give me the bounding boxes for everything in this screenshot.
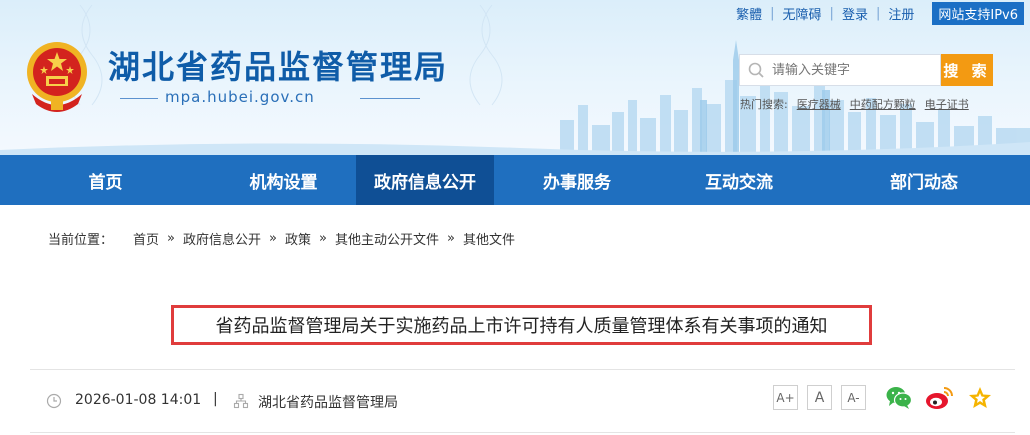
favorite-star-icon[interactable] [967,385,993,411]
article-title: 省药品监督管理局关于实施药品上市许可持有人质量管理体系有关事项的通知 [215,316,828,337]
article-meta-bar: 2026-01-08 14:01 | 湖北省药品监督管理局 A+ A A- [30,369,1015,433]
accessibility-link[interactable]: 无障碍 [775,4,830,23]
clock-icon [46,393,62,409]
site-header: 繁體 | 无障碍 | 登录 | 注册 网站支持IPv6 湖北省药品监督管理局 m… [0,0,1030,155]
hot-search: 热门搜索: 医疗器械 中药配方颗粒 电子证书 [740,96,978,112]
nav-item-department-news[interactable]: 部门动态 [818,155,1030,205]
hot-search-item[interactable]: 电子证书 [925,96,969,112]
decorative-line-left [120,98,158,99]
search-box [739,54,941,86]
article-title-highlight: 省药品监督管理局关于实施药品上市许可持有人质量管理体系有关事项的通知 [171,305,872,345]
breadcrumb-item-other-public-docs[interactable]: 其他主动公开文件 [335,229,439,248]
wechat-icon[interactable] [885,385,913,411]
login-link[interactable]: 登录 [834,4,876,23]
breadcrumb-item-gov-info[interactable]: 政府信息公开 [183,229,261,248]
breadcrumb-item-home[interactable]: 首页 [133,229,159,248]
search-input[interactable] [770,61,934,79]
organization-icon [233,393,249,409]
weibo-icon[interactable] [925,385,955,411]
search-icon [748,62,764,78]
breadcrumb-separator-icon: » [446,231,455,246]
nav-item-services[interactable]: 办事服务 [494,155,660,205]
traditional-chinese-link[interactable]: 繁體 [728,4,770,23]
main-nav: 首页 机构设置 政府信息公开 办事服务 互动交流 部门动态 [0,155,1030,205]
breadcrumb: 当前位置： 首页 » 政府信息公开 » 政策 » 其他主动公开文件 » 其他文件 [48,229,521,248]
site-title: 湖北省药品监督管理局 [108,48,449,86]
font-reset-button[interactable]: A [807,385,832,410]
decorative-line-right [360,98,420,99]
font-increase-button[interactable]: A+ [773,385,798,410]
nav-item-organization[interactable]: 机构设置 [211,155,356,205]
breadcrumb-separator-icon: » [269,231,277,246]
nav-item-home[interactable]: 首页 [0,155,211,205]
breadcrumb-item-other-docs[interactable]: 其他文件 [463,229,515,248]
hot-search-item[interactable]: 中药配方颗粒 [850,96,916,112]
font-increase-label: A+ [776,390,795,405]
meta-divider: | [213,391,218,407]
article-source: 湖北省药品监督管理局 [258,395,398,411]
breadcrumb-separator-icon: » [319,231,327,246]
search-button[interactable]: 搜 索 [941,54,993,86]
site-domain: mpa.hubei.gov.cn [165,88,315,106]
font-reset-label: A [814,389,825,406]
register-link[interactable]: 注册 [880,4,922,23]
national-emblem-logo [27,42,87,112]
font-decrease-button[interactable]: A- [841,385,866,410]
hot-search-label: 热门搜索: [740,98,788,111]
nav-item-interaction[interactable]: 互动交流 [660,155,818,205]
hot-search-item[interactable]: 医疗器械 [797,96,841,112]
ipv6-badge: 网站支持IPv6 [932,2,1024,25]
top-links-bar: 繁體 | 无障碍 | 登录 | 注册 网站支持IPv6 [728,2,1024,25]
breadcrumb-separator-icon: » [167,231,175,246]
publish-date: 2026-01-08 14:01 [75,392,202,408]
breadcrumb-label: 当前位置： [48,233,114,248]
nav-item-gov-info-public[interactable]: 政府信息公开 [356,155,494,205]
font-decrease-label: A- [847,390,860,405]
breadcrumb-item-policy[interactable]: 政策 [285,229,311,248]
